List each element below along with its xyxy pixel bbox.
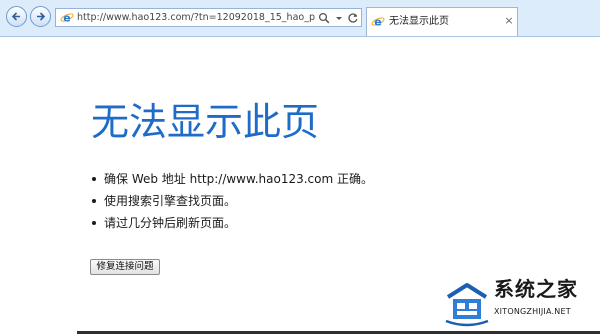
page-title: 无法显示此页 <box>91 100 320 144</box>
svg-text:e: e <box>374 16 381 29</box>
url-text[interactable]: http://www.hao123.com/?tn=12092018_15_ha… <box>77 11 315 24</box>
ie-logo-icon: e <box>60 12 74 25</box>
address-bar[interactable]: e http://www.hao123.com/?tn=12092018_15_… <box>55 8 362 27</box>
tips-list: 确保 Web 地址 http://www.hao123.com 正确。 使用搜索… <box>91 168 373 234</box>
tab-title: 无法显示此页 <box>389 16 449 27</box>
svg-text:e: e <box>63 12 70 25</box>
back-button[interactable] <box>6 6 27 27</box>
tab-close-icon[interactable]: × <box>503 14 515 28</box>
tip-check-url: 确保 Web 地址 http://www.hao123.com 正确。 <box>91 168 373 190</box>
dropdown-arrow-icon[interactable] <box>335 12 343 24</box>
forward-arrow-icon <box>37 12 46 21</box>
search-icon[interactable] <box>318 12 330 24</box>
watermark-title: 系统之家 <box>494 277 578 301</box>
back-arrow-icon <box>11 12 20 21</box>
browser-toolbar: e http://www.hao123.com/?tn=12092018_15_… <box>0 0 600 37</box>
fix-connection-button[interactable]: 修复连接问题 <box>90 259 160 275</box>
ie-logo-icon: e <box>371 16 385 29</box>
watermark-logo-icon <box>445 283 489 327</box>
tip-refresh-later: 请过几分钟后刷新页面。 <box>91 212 373 234</box>
tab-current-page[interactable]: e 无法显示此页 × <box>366 7 518 36</box>
site-watermark: 系统之家 XITONGZHIJIA.NET <box>444 273 600 334</box>
forward-button[interactable] <box>30 6 51 27</box>
tip-use-search-engine: 使用搜索引擎查找页面。 <box>91 190 373 212</box>
refresh-icon[interactable] <box>347 12 359 24</box>
watermark-url: XITONGZHIJIA.NET <box>494 307 571 316</box>
